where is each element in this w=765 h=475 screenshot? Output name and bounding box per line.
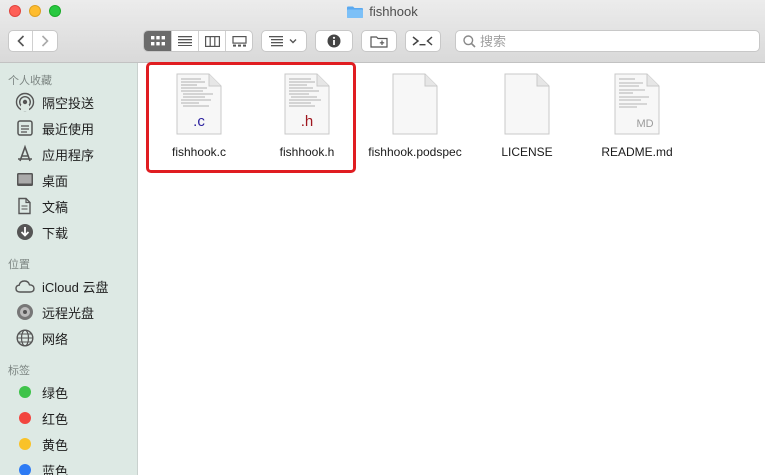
gallery-view-button[interactable] <box>226 31 252 51</box>
group-by-button[interactable] <box>261 30 307 52</box>
column-view-button[interactable] <box>199 31 226 51</box>
list-view-button[interactable] <box>172 31 199 51</box>
sidebar-item-tag-blue[interactable]: 蓝色 <box>15 459 68 475</box>
terminal-button[interactable] <box>405 30 441 52</box>
forward-button[interactable] <box>33 31 57 51</box>
blue-tag-dot-icon <box>19 464 31 475</box>
recents-icon <box>15 118 35 138</box>
chevron-right-icon <box>41 35 49 47</box>
view-switcher <box>143 30 253 52</box>
sidebar-item-applications[interactable]: 应用程序 <box>15 143 94 165</box>
sidebar-section-favorites: 个人收藏 <box>8 75 52 87</box>
window-title-text: fishhook <box>369 4 418 19</box>
desktop-icon <box>15 170 35 190</box>
sidebar: 个人收藏 隔空投送 最近使用 应用程序 桌面 文稿 下载 位置 iCloud 云… <box>0 63 138 475</box>
blank-document-icon <box>503 73 551 135</box>
get-info-button[interactable] <box>315 30 353 52</box>
sidebar-item-label: 文稿 <box>42 199 69 215</box>
sidebar-item-label: 红色 <box>42 411 69 427</box>
terminal-icon <box>412 36 433 46</box>
sidebar-item-remote-disc[interactable]: 远程光盘 <box>15 301 94 323</box>
sidebar-item-tag-yellow[interactable]: 黄色 <box>15 433 68 455</box>
sidebar-item-desktop[interactable]: 桌面 <box>15 169 68 191</box>
finder-window: fishhook 搜索 个人收藏 隔空投送 最近使用 应用程序 桌面 文稿 下载… <box>0 0 765 475</box>
list-icon <box>178 36 192 46</box>
sidebar-item-label: 下载 <box>42 225 69 241</box>
sidebar-item-icloud[interactable]: iCloud 云盘 <box>15 275 108 297</box>
sidebar-item-label: iCloud 云盘 <box>42 279 109 295</box>
search-field[interactable] <box>455 30 760 52</box>
new-folder-icon <box>370 35 388 48</box>
file-name: README.md <box>601 145 673 159</box>
icon-view-button[interactable] <box>144 31 172 51</box>
sidebar-item-label: 桌面 <box>42 173 69 189</box>
sidebar-item-network[interactable]: 网络 <box>15 327 68 349</box>
icloud-icon <box>15 276 35 296</box>
remote-disc-icon <box>15 302 35 322</box>
sidebar-item-downloads[interactable]: 下载 <box>15 221 68 243</box>
file-item[interactable]: fishhook.podspec <box>365 73 465 159</box>
sidebar-section-locations: 位置 <box>8 259 30 271</box>
arrange-icon <box>269 36 297 47</box>
search-input[interactable] <box>480 33 740 49</box>
green-tag-dot-icon <box>19 386 31 398</box>
file-extension-badge: MD <box>636 118 654 130</box>
markdown-file-icon: MD <box>613 73 661 135</box>
search-icon <box>463 34 476 48</box>
sidebar-item-recents[interactable]: 最近使用 <box>15 117 94 139</box>
nav-buttons <box>8 30 58 52</box>
back-button[interactable] <box>9 31 33 51</box>
sidebar-item-label: 隔空投送 <box>42 95 95 111</box>
columns-icon <box>204 35 220 47</box>
sidebar-item-tag-green[interactable]: 绿色 <box>15 381 68 403</box>
sidebar-item-label: 网络 <box>42 331 69 347</box>
sidebar-item-label: 远程光盘 <box>42 305 95 321</box>
window-title: fishhook <box>0 4 765 19</box>
sidebar-item-tag-red[interactable]: 红色 <box>15 407 68 429</box>
file-name: LICENSE <box>501 145 553 159</box>
sidebar-item-documents[interactable]: 文稿 <box>15 195 68 217</box>
selection-highlight <box>146 62 356 173</box>
blank-document-icon <box>391 73 439 135</box>
network-icon <box>15 328 35 348</box>
folder-icon <box>347 6 364 18</box>
toolbar: fishhook <box>0 0 765 63</box>
file-item[interactable]: MD README.md <box>587 73 687 159</box>
airdrop-icon <box>15 92 35 112</box>
sidebar-item-airdrop[interactable]: 隔空投送 <box>15 91 94 113</box>
grid-icon <box>150 36 165 46</box>
file-item[interactable]: LICENSE <box>477 73 577 159</box>
new-folder-button[interactable] <box>361 30 397 52</box>
sidebar-item-label: 黄色 <box>42 437 69 453</box>
sidebar-item-label: 最近使用 <box>42 121 95 137</box>
yellow-tag-dot-icon <box>19 438 31 450</box>
applications-icon <box>15 144 35 164</box>
downloads-icon <box>15 222 35 242</box>
gallery-icon <box>231 35 247 47</box>
chevron-left-icon <box>16 35 24 47</box>
sidebar-item-label: 应用程序 <box>42 147 95 163</box>
info-icon <box>327 34 341 48</box>
sidebar-item-label: 蓝色 <box>42 463 69 475</box>
sidebar-item-label: 绿色 <box>42 385 69 401</box>
sidebar-section-tags: 标签 <box>8 365 30 377</box>
documents-icon <box>15 196 35 216</box>
red-tag-dot-icon <box>19 412 31 424</box>
file-name: fishhook.podspec <box>368 145 462 159</box>
